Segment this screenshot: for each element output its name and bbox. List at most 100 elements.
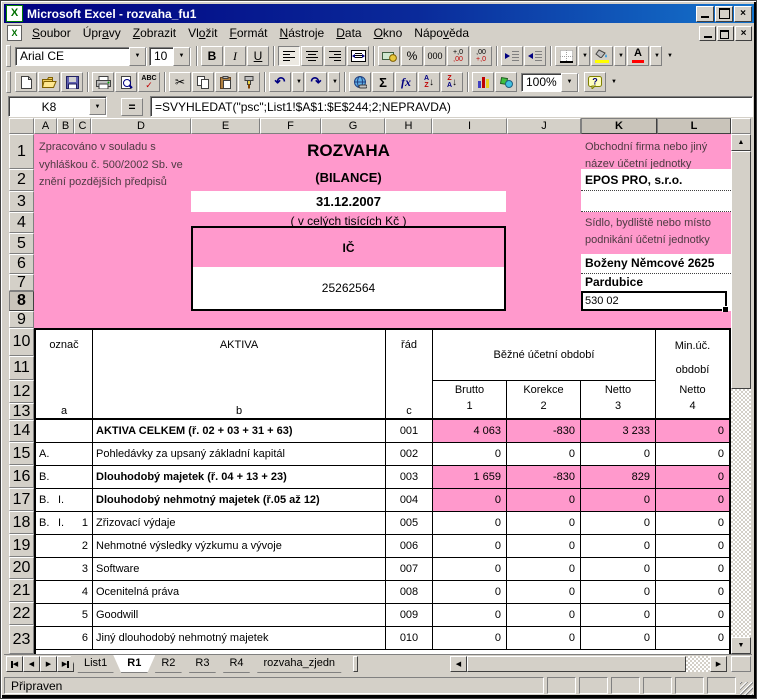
redo-button[interactable]: ↷	[305, 72, 327, 92]
cell-oznac-2[interactable]	[58, 443, 75, 465]
cell-line-number[interactable]: 010	[385, 627, 432, 649]
scroll-left-icon[interactable]: ◀	[450, 656, 467, 672]
header-rad[interactable]: řád c	[385, 330, 432, 418]
cell-line-number[interactable]: 001	[385, 420, 432, 442]
doc-minimize-button[interactable]	[699, 26, 716, 41]
currency-style-button[interactable]	[378, 46, 400, 66]
open-button[interactable]	[38, 72, 60, 92]
header-netto[interactable]: Netto3	[580, 380, 655, 418]
cell-value-2[interactable]: 0	[506, 535, 580, 557]
row-header-22[interactable]: 22	[9, 602, 34, 625]
menu-item-formát[interactable]: Formát	[223, 24, 273, 42]
cell-item-name[interactable]: Pohledávky za upsaný základní kapitál	[92, 443, 385, 465]
cell-value-1[interactable]: 4 063	[432, 420, 506, 442]
sheet-tab-R1[interactable]: R1	[113, 655, 155, 673]
resize-grip[interactable]	[740, 682, 753, 695]
cell-oznac-3[interactable]: 6	[75, 627, 92, 649]
cell-value-1[interactable]: 0	[432, 512, 506, 534]
cell-value-3[interactable]: 3 233	[580, 420, 655, 442]
increase-indent-button[interactable]	[524, 46, 546, 66]
cell-value-2[interactable]: 0	[506, 604, 580, 626]
autosum-button[interactable]: Σ	[372, 72, 394, 92]
zoom-select[interactable]: 100% ▼	[521, 73, 579, 92]
format-painter-button[interactable]	[238, 72, 260, 92]
toolbar-grip[interactable]	[6, 71, 11, 93]
cell-oznac-3[interactable]	[75, 420, 92, 442]
cell-item-name[interactable]: AKTIVA CELKEM (ř. 02 + 03 + 31 + 63)	[92, 420, 385, 442]
cell-item-name[interactable]: Jiný dlouhodobý nehmotný majetek	[92, 627, 385, 649]
cell-oznac-1[interactable]	[36, 604, 58, 626]
cell-line-number[interactable]: 004	[385, 489, 432, 511]
cell-oznac-2[interactable]: I.	[58, 512, 75, 534]
undo-dropdown-icon[interactable]: ▼	[292, 72, 304, 92]
formula-input[interactable]: =SVYHLEDAT("psc";List1!$A$1:$E$244;2;NEP…	[150, 96, 753, 117]
cell-value-4[interactable]: 0	[655, 581, 729, 603]
empty-cell[interactable]	[581, 191, 731, 212]
cell-oznac-2[interactable]	[58, 581, 75, 603]
font-name-dropdown-icon[interactable]: ▼	[129, 47, 146, 66]
horizontal-scroll-thumb[interactable]	[467, 656, 686, 672]
borders-button[interactable]	[555, 46, 577, 66]
cell-oznac-3[interactable]: 5	[75, 604, 92, 626]
print-button[interactable]	[92, 72, 114, 92]
decrease-decimal-button[interactable]: ,00+,0	[470, 46, 492, 66]
cell-value-1[interactable]: 0	[432, 558, 506, 580]
maximize-button[interactable]	[715, 6, 733, 22]
cell-value-4[interactable]: 0	[655, 489, 729, 511]
street-cell[interactable]: Boženy Němcové 2625	[581, 254, 731, 274]
column-header-F[interactable]: F	[260, 118, 321, 134]
row-header-17[interactable]: 17	[9, 488, 34, 511]
bold-button[interactable]: B	[201, 46, 223, 66]
cell-oznac-2[interactable]	[58, 466, 75, 488]
last-sheet-button[interactable]: ▶	[57, 656, 74, 672]
cell-oznac-1[interactable]: B.	[36, 466, 58, 488]
decrease-indent-button[interactable]	[501, 46, 523, 66]
row-header-16[interactable]: 16	[9, 465, 34, 488]
sort-descending-button[interactable]: ZA ↓	[441, 72, 463, 92]
column-header-D[interactable]: D	[91, 118, 191, 134]
cell-value-2[interactable]: 0	[506, 558, 580, 580]
cell-value-1[interactable]: 1 659	[432, 466, 506, 488]
italic-button[interactable]: I	[224, 46, 246, 66]
row-header-4[interactable]: 4	[9, 212, 34, 233]
more-buttons-icon[interactable]: ▼	[607, 72, 619, 92]
font-name-select[interactable]: Arial CE ▼	[15, 47, 147, 66]
redo-dropdown-icon[interactable]: ▼	[328, 72, 340, 92]
selected-cell[interactable]: 530 02	[581, 291, 727, 311]
vertical-scroll-track[interactable]	[731, 389, 751, 637]
cell-oznac-2[interactable]: I.	[58, 489, 75, 511]
row-header-7[interactable]: 7	[9, 274, 34, 291]
cell-value-1[interactable]: 0	[432, 627, 506, 649]
column-header-G[interactable]: G	[321, 118, 385, 134]
underline-button[interactable]: U	[247, 46, 269, 66]
cell-value-4[interactable]: 0	[655, 443, 729, 465]
borders-dropdown-icon[interactable]: ▼	[578, 46, 590, 66]
row-header-11[interactable]: 11	[9, 356, 34, 380]
previous-sheet-button[interactable]: ◀	[23, 656, 40, 672]
cell-oznac-3[interactable]: 1	[75, 512, 92, 534]
cell-value-3[interactable]: 0	[580, 627, 655, 649]
fill-handle[interactable]	[722, 306, 728, 312]
save-button[interactable]	[61, 72, 83, 92]
fill-color-dropdown-icon[interactable]: ▼	[614, 46, 626, 66]
column-header-I[interactable]: I	[432, 118, 507, 134]
merge-center-button[interactable]	[347, 46, 369, 66]
font-color-dropdown-icon[interactable]: ▼	[650, 46, 662, 66]
align-right-button[interactable]	[324, 46, 346, 66]
cell-value-4[interactable]: 0	[655, 512, 729, 534]
menu-item-vložit[interactable]: Vložit	[182, 24, 223, 42]
help-button[interactable]: ?	[584, 72, 606, 92]
cell-oznac-3[interactable]: 4	[75, 581, 92, 603]
cell-oznac-3[interactable]: 3	[75, 558, 92, 580]
row-header-3[interactable]: 3	[9, 191, 34, 212]
cell-oznac-3[interactable]	[75, 443, 92, 465]
minimize-button[interactable]	[696, 6, 714, 22]
more-buttons-icon[interactable]: ▼	[663, 46, 675, 66]
cell-line-number[interactable]: 008	[385, 581, 432, 603]
cell-item-name[interactable]: Nehmotné výsledky výzkumu a vývoje	[92, 535, 385, 557]
menu-item-soubor[interactable]: Soubor	[26, 24, 77, 42]
next-sheet-button[interactable]: ▶	[40, 656, 57, 672]
row-header-23[interactable]: 23	[9, 625, 34, 654]
cell-oznac-1[interactable]	[36, 535, 58, 557]
cell-value-3[interactable]: 0	[580, 604, 655, 626]
